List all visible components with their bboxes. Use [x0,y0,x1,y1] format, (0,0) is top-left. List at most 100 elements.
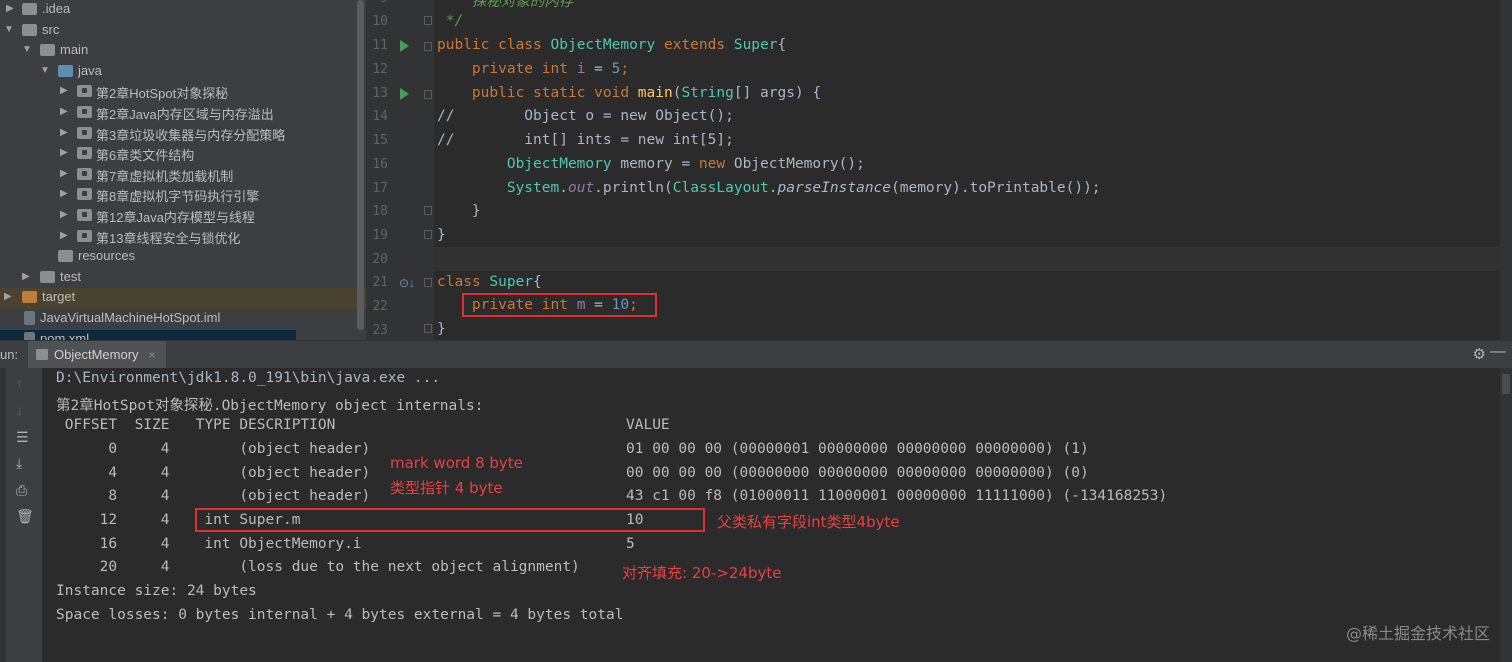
line-number: 9 [366,0,388,6]
fold-icon[interactable] [424,278,432,287]
line-number: 12 [372,62,388,77]
console-internals-title: 第2章HotSpot对象探秘.ObjectMemory object inter… [56,398,484,414]
expand-arrow-icon[interactable]: ▶ [22,271,30,282]
tree-item-idea[interactable]: ▶ .idea [0,0,366,21]
code-line-17: System.out.println(ClassLayout.parseInst… [506,180,1101,196]
expand-arrow-icon[interactable]: ▶ [4,291,12,302]
fold-icon[interactable] [424,42,432,51]
expand-arrow-icon[interactable]: ▶ [6,3,14,14]
line-number: 18 [372,204,388,219]
code-line-15: // int[] ints = new int[5]; [437,132,734,148]
tree-item-package[interactable]: ▶ 第7章虚拟机类加载机制 [0,165,366,186]
console-row-value: 5 [626,536,635,552]
trash-icon[interactable]: 🗑 [16,509,34,523]
tree-item-test[interactable]: ▶ test [0,268,366,289]
fold-icon[interactable] [424,324,432,333]
tree-item-target[interactable]: ▶ target [0,288,366,309]
line-number: 13 [372,86,388,101]
expand-arrow-icon[interactable]: ▶ [60,147,68,158]
close-icon[interactable]: × [149,348,156,362]
tree-item-pom[interactable]: pom.xml [0,329,296,340]
collapse-arrow-icon[interactable]: ▼ [22,44,32,55]
tree-scrollbar[interactable] [357,0,364,330]
fold-icon[interactable] [424,206,432,215]
annotation-padding: 对齐填充: 20->24byte [622,564,782,582]
run-tab-objectmemory[interactable]: ObjectMemory × [28,341,166,369]
console-output[interactable]: D:\Environment\jdk1.8.0_191\bin\java.exe… [42,368,1500,662]
tree-item-main[interactable]: ▼ main [0,41,366,62]
line-number: 19 [372,228,388,243]
annotation-parent-field: 父类私有字段int类型4byte [717,513,900,531]
console-scrollbar[interactable] [1500,368,1512,662]
scroll-to-end-icon[interactable]: ⤓ [16,456,22,470]
line-number: 16 [372,157,388,172]
fold-icon[interactable] [424,230,432,239]
collapse-arrow-icon[interactable]: ▼ [4,24,14,35]
tree-item-resources[interactable]: resources [0,247,366,268]
folder-icon [22,3,37,15]
iml-file-icon [24,311,35,325]
line-number: 14 [372,109,388,124]
fold-icon[interactable] [424,16,432,25]
console-row: 20 4 (loss due to the next object alignm… [56,559,580,575]
console-command: D:\Environment\jdk1.8.0_191\bin\java.exe… [56,370,441,386]
scrollbar-thumb[interactable] [1502,374,1510,394]
collapse-arrow-icon[interactable]: ▼ [40,65,50,76]
highlight-box-super-m-row [195,508,705,532]
run-main-icon[interactable] [400,88,409,100]
expand-arrow-icon[interactable]: ▶ [60,168,68,179]
package-icon [77,209,92,221]
tree-item-package[interactable]: ▶ 第2章Java内存区域与内存溢出 [0,103,366,124]
package-icon [77,147,92,160]
toolbar-strip [0,368,6,662]
run-class-icon[interactable] [400,40,409,52]
line-number: 21 [372,275,388,290]
folder-icon [22,23,37,36]
tree-item-package[interactable]: ▶ 第2章HotSpot对象探秘 [0,82,366,103]
highlight-box-super-field [462,293,657,317]
console-row: 8 4 (object header) [56,488,371,504]
folder-icon [22,291,37,304]
console-space-losses: Space losses: 0 bytes internal + 4 bytes… [56,607,624,623]
code-line-16: ObjectMemory memory = new ObjectMemory()… [506,156,865,172]
package-icon [77,85,92,98]
tree-item-iml[interactable]: JavaVirtualMachineHotSpot.iml [0,309,366,330]
expand-arrow-icon[interactable]: ▶ [60,127,68,138]
current-line-highlight [434,247,1512,271]
tree-item-package[interactable]: ▶ 第13章线程安全与锁优化 [0,227,366,248]
console-row: 4 4 (object header) [56,465,371,481]
console-row-value: 01 00 00 00 (00000001 00000000 00000000 … [626,441,1089,457]
gear-icon[interactable]: ⚙ [1473,345,1486,363]
line-number: 20 [372,252,388,267]
console-instance-size: Instance size: 24 bytes [56,583,257,599]
run-panel-header: un: ObjectMemory × ⚙ — [0,340,1512,369]
package-icon [77,167,92,180]
code-line-23: } [437,321,446,337]
print-icon[interactable]: ⎙ [16,483,27,497]
implemented-by-icon[interactable]: ⊙↓ [399,276,415,290]
expand-arrow-icon[interactable]: ▶ [60,188,68,199]
minimize-icon[interactable]: — [1490,343,1506,361]
code-editor[interactable]: 9 10 11 12 13 14 15 16 17 18 19 20 21 22… [366,0,1512,340]
tree-item-src[interactable]: ▼ src [0,21,366,42]
editor-scrollbar[interactable] [1500,0,1512,340]
expand-arrow-icon[interactable]: ▶ [60,85,68,96]
tree-item-package[interactable]: ▶ 第3章垃圾收集器与内存分配策略 [0,124,366,145]
tree-item-java[interactable]: ▼ java [0,62,366,83]
expand-arrow-icon[interactable]: ▶ [60,230,68,241]
expand-arrow-icon[interactable]: ▶ [60,209,68,220]
editor-gutter: 9 10 11 12 13 14 15 16 17 18 19 20 21 22… [366,0,434,340]
project-tree: ▶ .idea ▼ src ▼ main ▼ java ▶ 第2章HotSpot… [0,0,366,340]
fold-icon[interactable] [424,90,432,99]
line-number: 17 [372,181,388,196]
console-row: 16 4 int ObjectMemory.i [56,536,362,552]
console-row-value: 00 00 00 00 (00000000 00000000 00000000 … [626,465,1089,481]
up-arrow-icon[interactable]: ↑ [16,376,23,390]
soft-wrap-icon[interactable]: ☰ [16,430,29,444]
tree-item-package[interactable]: ▶ 第12章Java内存模型与线程 [0,206,366,227]
class-icon [36,349,48,360]
down-arrow-icon[interactable]: ↓ [16,403,23,417]
expand-arrow-icon[interactable]: ▶ [60,106,68,117]
tree-item-package[interactable]: ▶ 第8章虚拟机字节码执行引擎 [0,185,366,206]
tree-item-package[interactable]: ▶ 第6章类文件结构 [0,144,366,165]
